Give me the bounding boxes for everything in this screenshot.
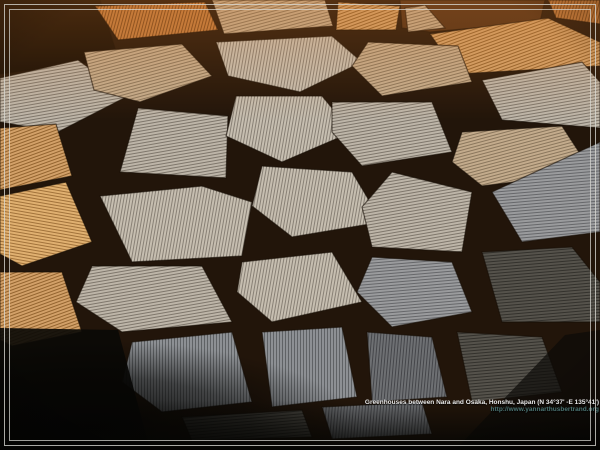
- vignette: [0, 0, 600, 450]
- photo-canvas: [0, 0, 600, 450]
- photo-caption: Greenhouses between Nara and Osaka, Hons…: [365, 399, 599, 413]
- wallpaper: Greenhouses between Nara and Osaka, Hons…: [0, 0, 600, 450]
- caption-url: http://www.yannarthusbertrand.org: [365, 406, 599, 413]
- lighting-overlays: [0, 0, 600, 450]
- caption-title: Greenhouses between Nara and Osaka, Hons…: [365, 399, 599, 406]
